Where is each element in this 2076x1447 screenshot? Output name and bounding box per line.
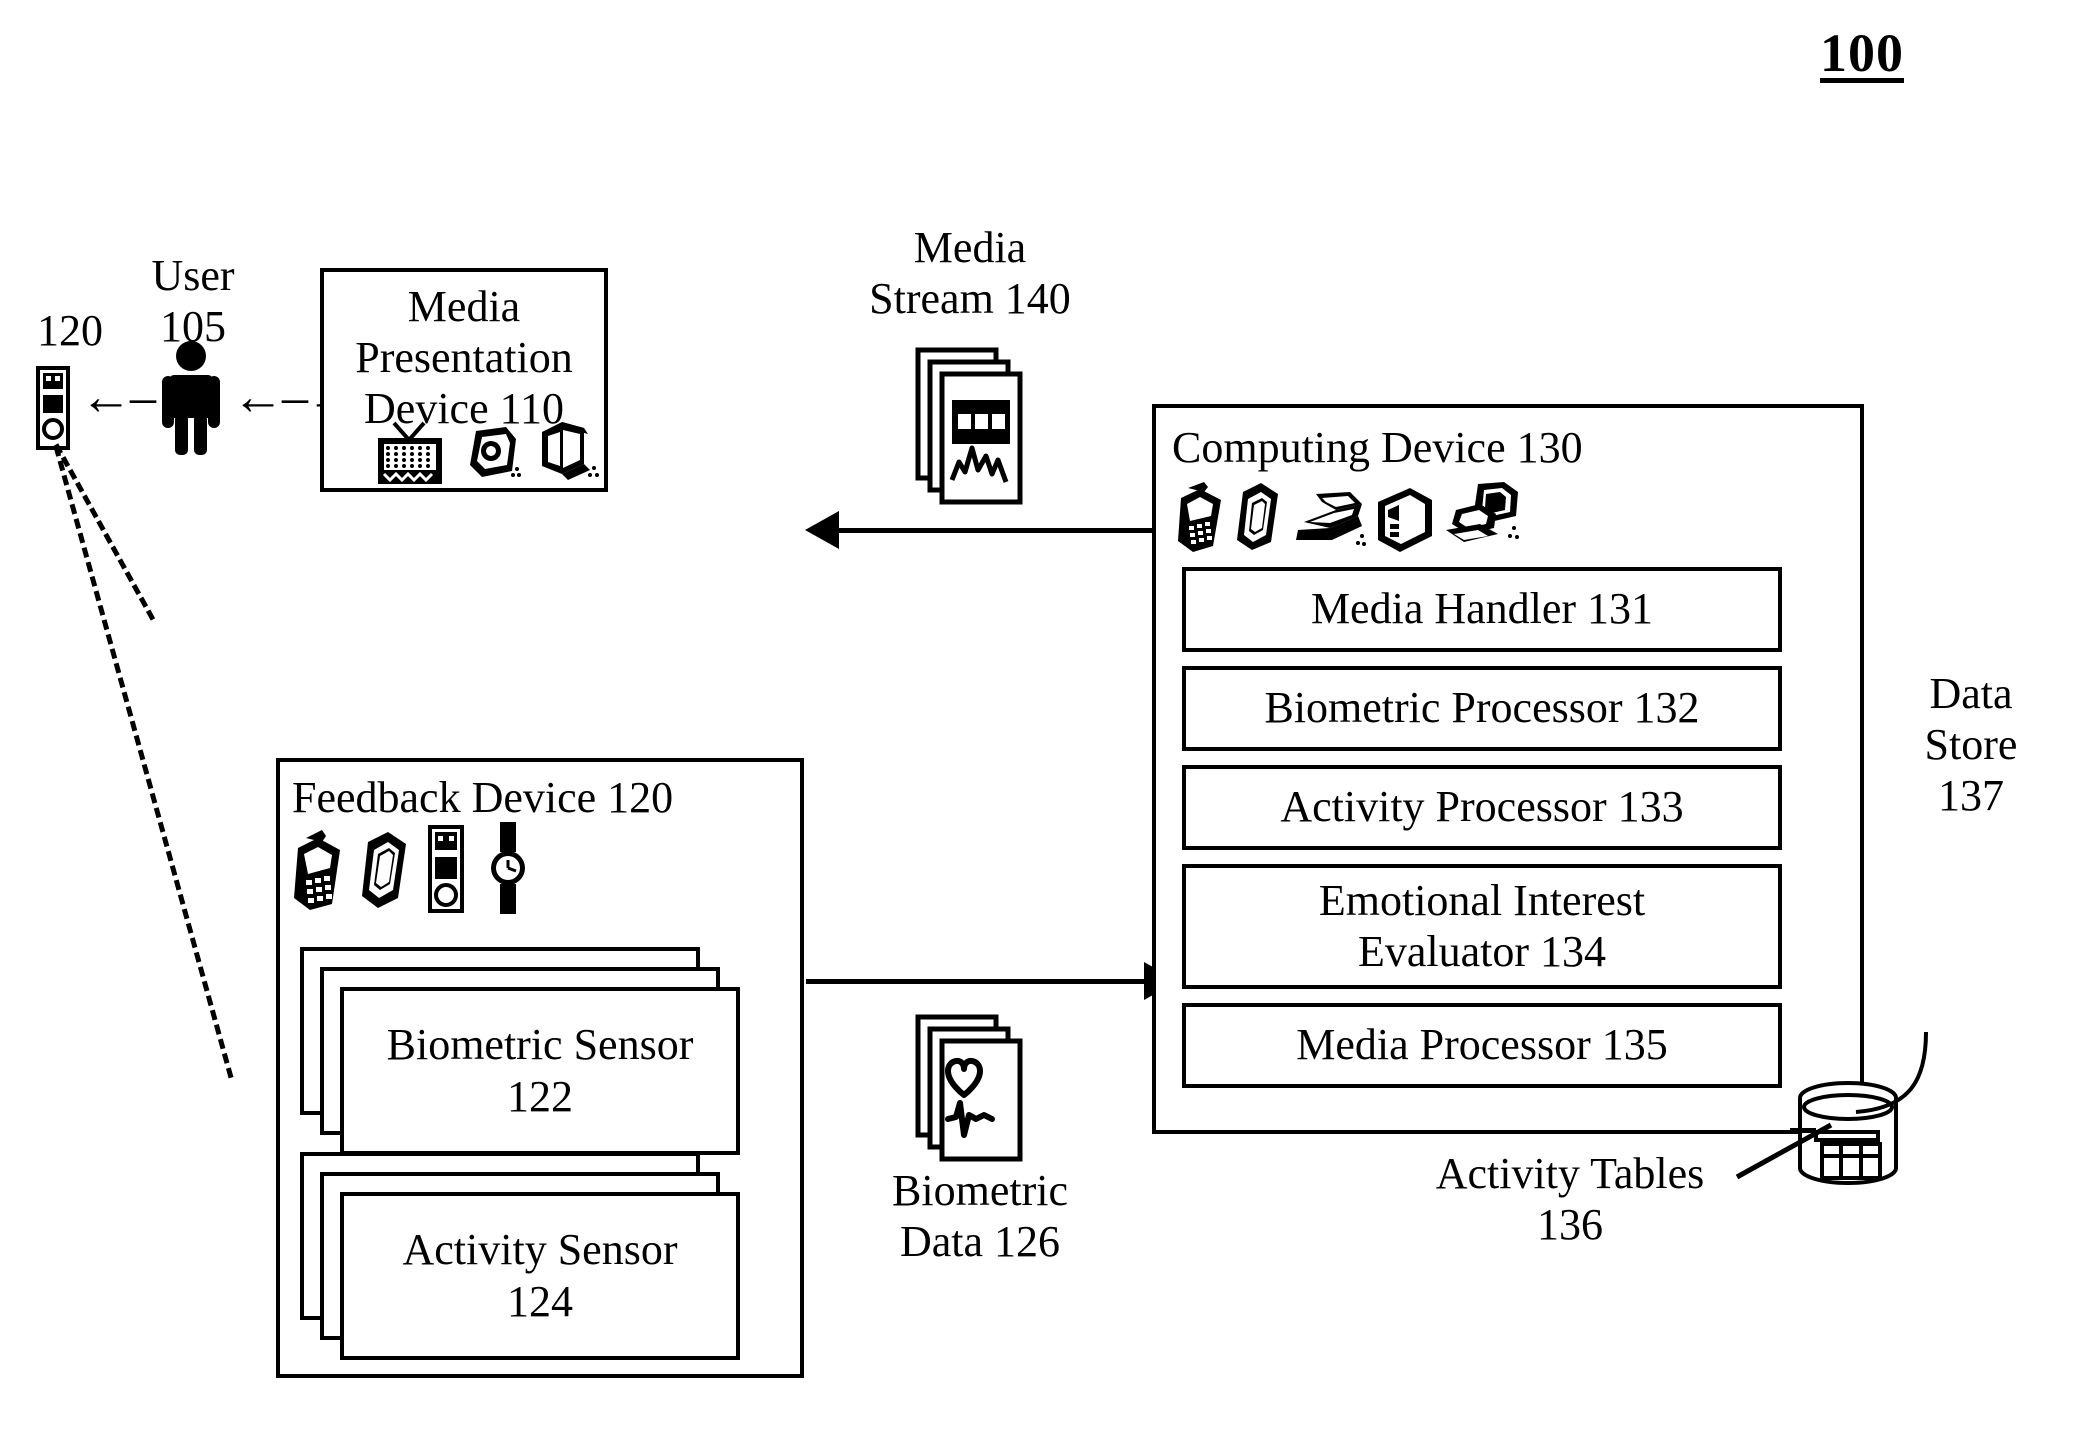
module-biometric-processor[interactable]: Biometric Processor 132 (1182, 666, 1782, 751)
callout-dashed-line-lower (53, 445, 234, 1079)
module-activity-processor-label: Activity Processor 133 (1280, 782, 1684, 832)
computing-device-title: Computing Device 130 (1172, 423, 1583, 472)
user-label: User 105 (151, 251, 235, 352)
pda-icon (358, 828, 414, 912)
television-icon (376, 420, 444, 486)
module-media-processor-label: Media Processor 135 (1296, 1020, 1668, 1070)
remote-control-icon (33, 366, 73, 450)
module-emotional-interest-evaluator[interactable]: Emotional Interest Evaluator 134 (1182, 864, 1782, 989)
media-presentation-device-title: Media Presentation Device 110 (355, 282, 573, 434)
media-stream-arrow-line (835, 528, 1155, 533)
module-media-handler[interactable]: Media Handler 131 (1182, 567, 1782, 652)
biometric-sensor-stack: Biometric Sensor 122 (300, 947, 740, 1159)
book-icon (532, 418, 600, 488)
module-biometric-processor-label: Biometric Processor 132 (1264, 683, 1700, 733)
biometric-data-label: Biometric Data 126 (892, 1166, 1068, 1267)
activity-sensor-stack: Activity Sensor 124 (300, 1152, 740, 1364)
biometric-document-stack-icon (915, 1014, 1026, 1165)
module-emotional-interest-evaluator-label: Emotional Interest Evaluator 134 (1318, 875, 1646, 976)
biometric-sensor-sheet-front: Biometric Sensor 122 (340, 987, 740, 1155)
feedback-device-title: Feedback Device 120 (292, 773, 674, 822)
camera-icon (460, 425, 522, 487)
data-store-leader-line (1840, 1030, 1970, 1150)
data-store-label: Data Store 137 (1924, 669, 2018, 821)
callout-dashed-line-upper (53, 443, 156, 621)
module-media-processor[interactable]: Media Processor 135 (1182, 1003, 1782, 1088)
desktop-computer-icon (1440, 480, 1522, 558)
mobile-phone-icon (1176, 480, 1228, 554)
activity-tables-leader-line (1735, 1115, 1845, 1195)
tower-icon (1368, 486, 1438, 556)
remote-user-double-arrow: ←–→ (80, 369, 206, 426)
module-activity-processor[interactable]: Activity Processor 133 (1182, 765, 1782, 850)
remote-device-label: 120 (37, 306, 103, 355)
remote-control-icon (424, 825, 468, 913)
media-document-stack-icon (915, 347, 1026, 508)
pda-icon (1234, 480, 1286, 554)
patent-figure-100: 100 120 User 105 ←–→ ←–→ Media Presentat… (0, 0, 2076, 1447)
media-stream-label: Media Stream 140 (869, 223, 1071, 324)
media-stream-arrow-head (805, 511, 839, 549)
figure-number: 100 (1820, 23, 1904, 83)
wristwatch-icon (485, 820, 531, 916)
mobile-phone-icon (292, 828, 348, 912)
data-store-connector (1790, 1128, 1816, 1133)
laptop-icon (1292, 490, 1366, 554)
biometric-data-arrow-line (806, 979, 1146, 984)
activity-sensor-sheet-front: Activity Sensor 124 (340, 1192, 740, 1360)
activity-tables-label: Activity Tables 136 (1435, 1149, 1705, 1250)
module-media-handler-label: Media Handler 131 (1310, 584, 1654, 634)
